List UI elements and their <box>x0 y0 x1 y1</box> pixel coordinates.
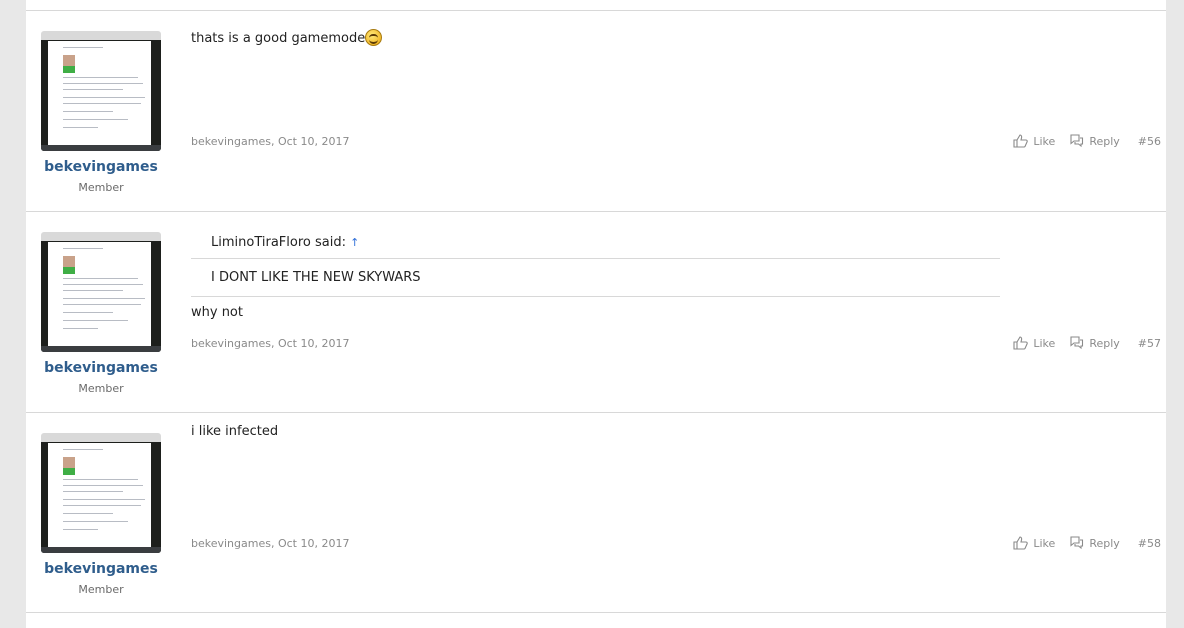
like-button[interactable]: Like <box>1013 536 1055 550</box>
avatar[interactable] <box>41 31 161 151</box>
quote-author[interactable]: LiminoTiraFloro said: <box>211 235 346 250</box>
post-actions: Like Reply #57 <box>999 336 1161 350</box>
like-button[interactable]: Like <box>1013 134 1055 148</box>
post-number-link[interactable]: #57 <box>1138 337 1161 350</box>
post-message: why not <box>191 305 243 320</box>
reply-icon <box>1070 536 1084 550</box>
username-link[interactable]: bekevingames <box>26 360 176 376</box>
quote-header: LiminoTiraFloro said: ↑ <box>191 226 1000 259</box>
smile-icon <box>365 29 383 46</box>
thumbs-up-icon <box>1013 336 1029 350</box>
post-56: bekevingames Member thats is a good game… <box>26 10 1166 211</box>
reply-button[interactable]: Reply <box>1069 336 1120 350</box>
username-link[interactable]: bekevingames <box>26 159 176 175</box>
like-button[interactable]: Like <box>1013 336 1055 350</box>
reply-icon <box>1070 134 1084 148</box>
post-meta[interactable]: bekevingames, Oct 10, 2017 <box>191 537 349 550</box>
user-role: Member <box>78 583 124 596</box>
post-actions: Like Reply #56 <box>999 134 1161 148</box>
post-meta[interactable]: bekevingames, Oct 10, 2017 <box>191 135 349 148</box>
reply-label: Reply <box>1089 336 1120 350</box>
avatar[interactable] <box>41 433 161 553</box>
post-message: i like infected <box>191 424 279 439</box>
post-58: bekevingames Member i like infected beke… <box>26 412 1166 613</box>
thumbs-up-icon <box>1013 536 1029 550</box>
reply-label: Reply <box>1089 134 1120 148</box>
reply-button[interactable]: Reply <box>1069 536 1120 550</box>
quote-jump-arrow-icon[interactable]: ↑ <box>350 236 359 249</box>
like-label: Like <box>1033 134 1056 148</box>
quote-text: I DONT LIKE THE NEW SKYWARS <box>191 259 1000 297</box>
post-number-link[interactable]: #56 <box>1138 135 1161 148</box>
quote-block: LiminoTiraFloro said: ↑ I DONT LIKE THE … <box>191 226 1000 297</box>
post-message: thats is a good gamemode <box>191 29 383 48</box>
user-role: Member <box>78 181 124 194</box>
post-57: bekevingames Member LiminoTiraFloro said… <box>26 211 1166 412</box>
reply-label: Reply <box>1089 536 1120 550</box>
like-label: Like <box>1033 536 1056 550</box>
thread-container: bekevingames Member thats is a good game… <box>26 0 1166 628</box>
post-meta[interactable]: bekevingames, Oct 10, 2017 <box>191 337 349 350</box>
username-link[interactable]: bekevingames <box>26 561 176 577</box>
reply-button[interactable]: Reply <box>1069 134 1120 148</box>
thumbs-up-icon <box>1013 134 1029 148</box>
message-text: thats is a good gamemode <box>191 31 366 46</box>
avatar[interactable] <box>41 232 161 352</box>
like-label: Like <box>1033 336 1056 350</box>
post-actions: Like Reply #58 <box>999 536 1161 550</box>
user-role: Member <box>78 382 124 395</box>
post-number-link[interactable]: #58 <box>1138 537 1161 550</box>
reply-icon <box>1070 336 1084 350</box>
